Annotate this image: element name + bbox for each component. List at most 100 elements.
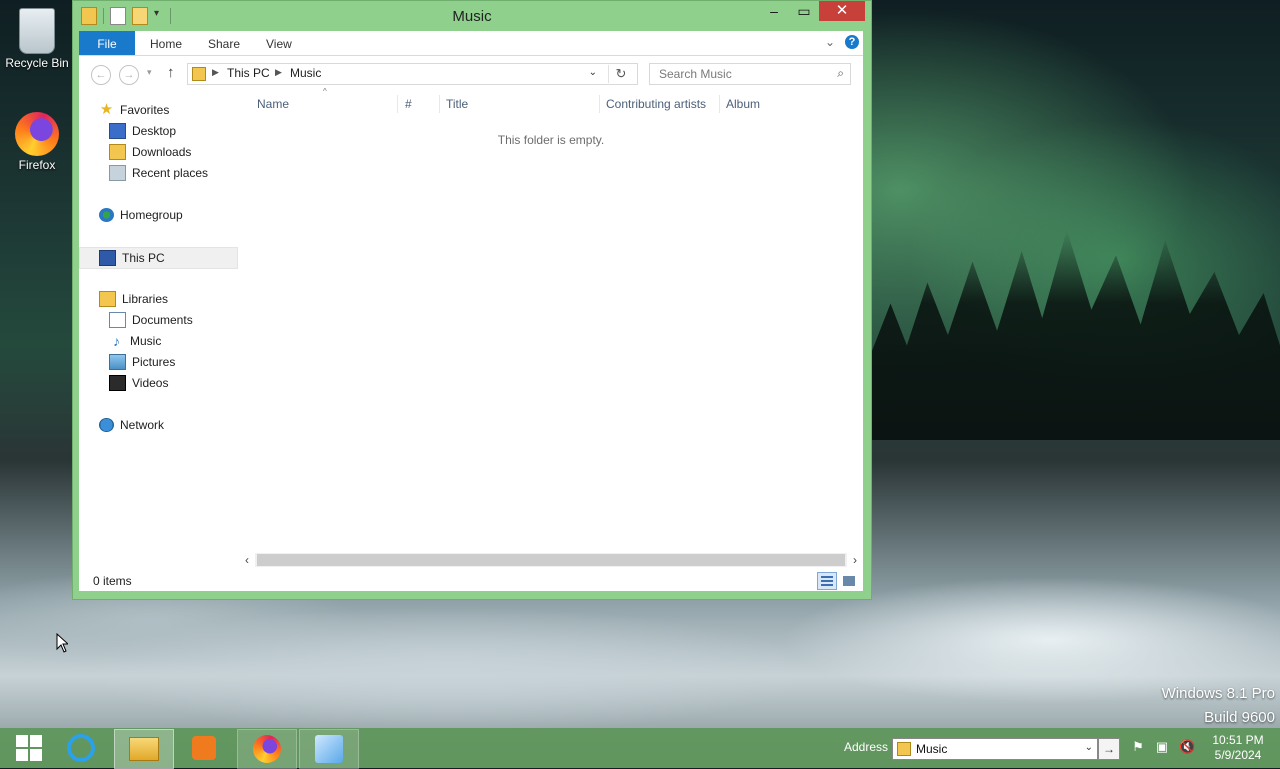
network-tray-icon[interactable]: ▣ [1155, 740, 1169, 754]
nav-label: Homegroup [120, 208, 183, 222]
tab-share[interactable]: Share [208, 31, 240, 55]
minimize-button[interactable]: – [759, 1, 789, 21]
column-divider[interactable] [397, 95, 398, 113]
nav-label: Music [130, 334, 162, 348]
close-button[interactable]: ✕ [819, 1, 865, 21]
start-button[interactable] [0, 729, 58, 767]
action-center-flag-icon[interactable]: ⚑ [1131, 740, 1145, 754]
column-contributing-artists[interactable]: Contributing artists [606, 97, 706, 111]
maximize-button[interactable]: ▭ [789, 1, 819, 21]
documents-icon [109, 312, 126, 328]
clock-date: 5/9/2024 [1214, 748, 1262, 762]
window-title: Music [452, 8, 492, 25]
nav-item-pictures[interactable]: Pictures [109, 352, 175, 372]
column-number[interactable]: # [405, 97, 412, 111]
volume-muted-icon[interactable]: 🔇 [1179, 740, 1195, 754]
nav-item-network[interactable]: Network [99, 415, 164, 435]
help-icon[interactable]: ? [845, 35, 859, 49]
item-count: 0 items [93, 574, 132, 588]
nav-item-recent-places[interactable]: Recent places [109, 163, 208, 183]
taskbar-address-value: Music [916, 742, 948, 756]
scroll-left-icon[interactable]: ‹ [239, 551, 255, 569]
star-icon: ★ [99, 101, 114, 118]
music-note-icon: ♪ [113, 333, 120, 349]
desktop-icon [109, 123, 126, 139]
search-input[interactable] [657, 64, 831, 84]
taskbar-clock[interactable]: 10:51 PM 5/9/2024 [1206, 733, 1270, 763]
videos-icon [109, 375, 126, 391]
file-explorer-icon [129, 737, 159, 761]
breadcrumb-separator-icon[interactable]: ▶ [275, 67, 282, 78]
up-button[interactable]: ↑ [167, 64, 175, 81]
address-dropdown-icon[interactable]: ⌄ [589, 67, 597, 78]
nav-item-videos[interactable]: Videos [109, 373, 168, 393]
refresh-button[interactable]: ↻ [608, 65, 633, 83]
scroll-right-icon[interactable]: › [847, 551, 863, 569]
nav-item-homegroup[interactable]: Homegroup [99, 205, 183, 225]
taskbar: Address Music ⌄ → ⚑ ▣ 🔇 10:51 PM 5/9/202… [0, 728, 1280, 769]
nav-item-this-pc[interactable]: This PC [79, 247, 238, 269]
tab-home[interactable]: Home [150, 31, 182, 55]
address-go-button[interactable]: → [1098, 738, 1120, 760]
nav-item-favorites[interactable]: ★ Favorites [99, 100, 170, 120]
taskbar-file-explorer[interactable] [114, 729, 174, 769]
breadcrumb-music[interactable]: Music [290, 66, 321, 80]
taskbar-media-player[interactable] [175, 729, 233, 767]
search-icon[interactable]: ⌕ [837, 66, 844, 81]
address-toolbar-label: Address [844, 740, 889, 754]
ribbon-tabs: File Home Share View ⌄ ? [79, 31, 863, 56]
search-box[interactable]: ⌕ [649, 63, 851, 85]
breadcrumb-separator-icon[interactable]: ▶ [212, 67, 219, 78]
scroll-thumb[interactable] [257, 554, 845, 566]
wallpaper-trees [870, 230, 1280, 440]
pictures-icon [109, 354, 126, 370]
recent-places-icon [109, 165, 126, 181]
address-bar[interactable]: ▶ This PC ▶ Music ⌄ ↻ [187, 63, 638, 85]
back-button[interactable]: ← [91, 65, 111, 85]
large-icons-view-button[interactable] [839, 572, 859, 590]
column-title[interactable]: Title [446, 97, 468, 111]
taskbar-firefox[interactable] [237, 729, 297, 769]
desktop-icon-label: Recycle Bin [5, 56, 69, 70]
nav-label: Favorites [120, 103, 170, 117]
nav-item-documents[interactable]: Documents [109, 310, 193, 330]
chevron-down-icon[interactable]: ⌄ [1085, 742, 1093, 753]
computer-icon [99, 250, 116, 266]
media-player-icon [192, 736, 216, 760]
column-divider[interactable] [439, 95, 440, 113]
column-album[interactable]: Album [726, 97, 760, 111]
nav-label: Recent places [132, 166, 209, 180]
title-bar[interactable]: ▾ Music – ▭ ✕ [73, 1, 871, 31]
nav-item-music[interactable]: ♪ Music [109, 331, 161, 351]
recent-locations-icon[interactable]: ▾ [147, 67, 152, 78]
folder-icon [192, 67, 206, 81]
expand-ribbon-icon[interactable]: ⌄ [825, 35, 835, 49]
breadcrumb-this-pc[interactable]: This PC [227, 66, 270, 80]
os-watermark-edition: Windows 8.1 Pro [1161, 685, 1275, 702]
nav-label: Documents [132, 313, 193, 327]
nav-label: Libraries [122, 292, 169, 306]
desktop-icon-firefox[interactable]: Firefox [1, 112, 73, 172]
tab-view[interactable]: View [266, 31, 292, 55]
taskbar-app[interactable] [299, 729, 359, 769]
navigation-pane: ★ Favorites Desktop Downloads Recent pla… [79, 93, 239, 533]
column-name[interactable]: Name [257, 97, 289, 111]
clock-time: 10:51 PM [1212, 733, 1264, 747]
firefox-icon [253, 735, 281, 763]
desktop-icon-label: Firefox [18, 158, 56, 172]
column-divider[interactable] [599, 95, 600, 113]
desktop-icon-recycle-bin[interactable]: Recycle Bin [1, 8, 73, 70]
taskbar-address-field[interactable]: Music ⌄ [892, 738, 1098, 760]
forward-button[interactable]: → [119, 65, 139, 85]
taskbar-internet-explorer[interactable] [52, 729, 110, 767]
details-view-button[interactable] [817, 572, 837, 590]
column-divider[interactable] [719, 95, 720, 113]
nav-item-downloads[interactable]: Downloads [109, 142, 191, 162]
status-bar: 0 items [79, 571, 863, 591]
tab-file[interactable]: File [79, 31, 135, 55]
nav-item-libraries[interactable]: Libraries [99, 289, 168, 309]
explorer-window: ▾ Music – ▭ ✕ File Home Share View ⌄ ? ←… [72, 0, 872, 600]
horizontal-scrollbar[interactable]: ‹ › [239, 551, 863, 569]
nav-item-desktop[interactable]: Desktop [109, 121, 176, 141]
homegroup-icon [99, 208, 114, 222]
